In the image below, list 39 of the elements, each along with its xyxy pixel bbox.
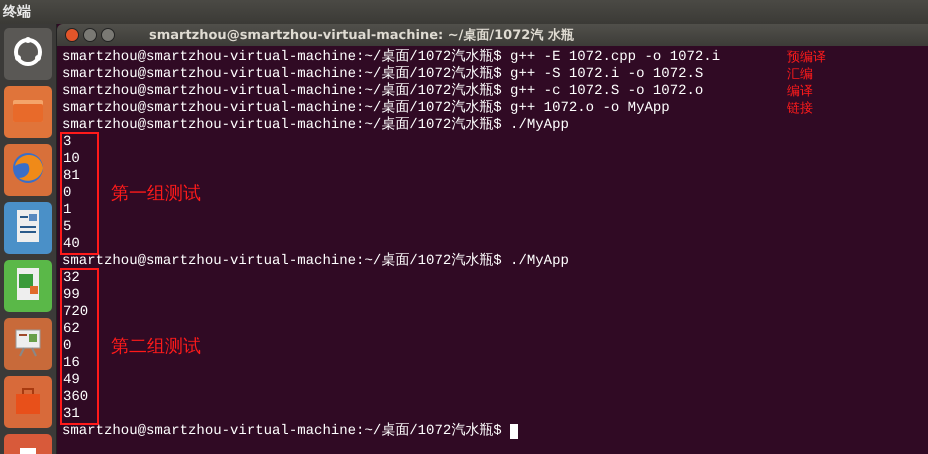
annotation: 编译 <box>787 83 813 100</box>
maximize-button[interactable] <box>101 28 115 42</box>
output-line: 720 <box>63 304 90 321</box>
presentation-icon[interactable] <box>4 318 52 370</box>
annotation: 第二组测试 <box>111 338 201 355</box>
output-line: 10 <box>63 151 81 168</box>
document-icon[interactable] <box>4 202 52 254</box>
output-line: 81 <box>63 168 81 185</box>
output-line: 16 <box>63 355 81 372</box>
output-line: 32 <box>63 270 81 287</box>
minimize-button[interactable] <box>83 28 97 42</box>
output-line: 5 <box>63 219 72 236</box>
output-line: 99 <box>63 287 81 304</box>
output-line: 31 <box>63 406 81 423</box>
annotation: 链接 <box>787 100 813 117</box>
output-line: 1 <box>63 202 72 219</box>
annotation: 第一组测试 <box>111 185 201 202</box>
terminal-line: smartzhou@smartzhou-virtual-machine:~/桌面/1072汽水瓶$ ./MyApp <box>62 117 570 134</box>
output-line: 40 <box>63 236 81 253</box>
terminal-line: smartzhou@smartzhou-virtual-machine:~/桌面/1072汽水瓶$ g++ -S 1072.i -o 1072.S <box>62 66 704 82</box>
terminal-line: smartzhou@smartzhou-virtual-machine:~/桌面/1072汽水瓶$ g++ 1072.o -o MyApp <box>62 100 671 116</box>
terminal-line: smartzhou@smartzhou-virtual-machine:~/桌面/1072汽水瓶$ g++ -E 1072.cpp -o 1072.i <box>62 49 722 65</box>
output-line: 0 <box>63 185 72 202</box>
window-title: smartzhou@smartzhou-virtual-machine: ~/桌面/1072汽 水瓶 <box>149 27 574 44</box>
terminal-line: smartzhou@smartzhou-virtual-machine:~/桌面/1072汽水瓶$ <box>62 423 787 440</box>
terminal-line: smartzhou@smartzhou-virtual-machine:~/桌面/1072汽水瓶$ g++ -c 1072.S -o 1072.o <box>62 83 704 99</box>
output-line: 360 <box>63 389 90 406</box>
terminal-line: smartzhou@smartzhou-virtual-machine:~/桌面/1072汽水瓶$ ./MyApp <box>62 253 570 270</box>
output-line: 3 <box>63 134 72 151</box>
annotation: 预编译 <box>787 49 826 66</box>
spreadsheet-icon[interactable] <box>4 260 52 312</box>
app-title: 终端 <box>3 3 31 21</box>
dash-icon[interactable] <box>4 28 52 80</box>
output-line: 62 <box>63 321 81 338</box>
browser-icon[interactable] <box>4 144 52 196</box>
annotation: 汇编 <box>787 66 813 83</box>
close-button[interactable] <box>65 28 79 42</box>
output-line: 0 <box>63 338 72 355</box>
output-line: 49 <box>63 372 81 389</box>
